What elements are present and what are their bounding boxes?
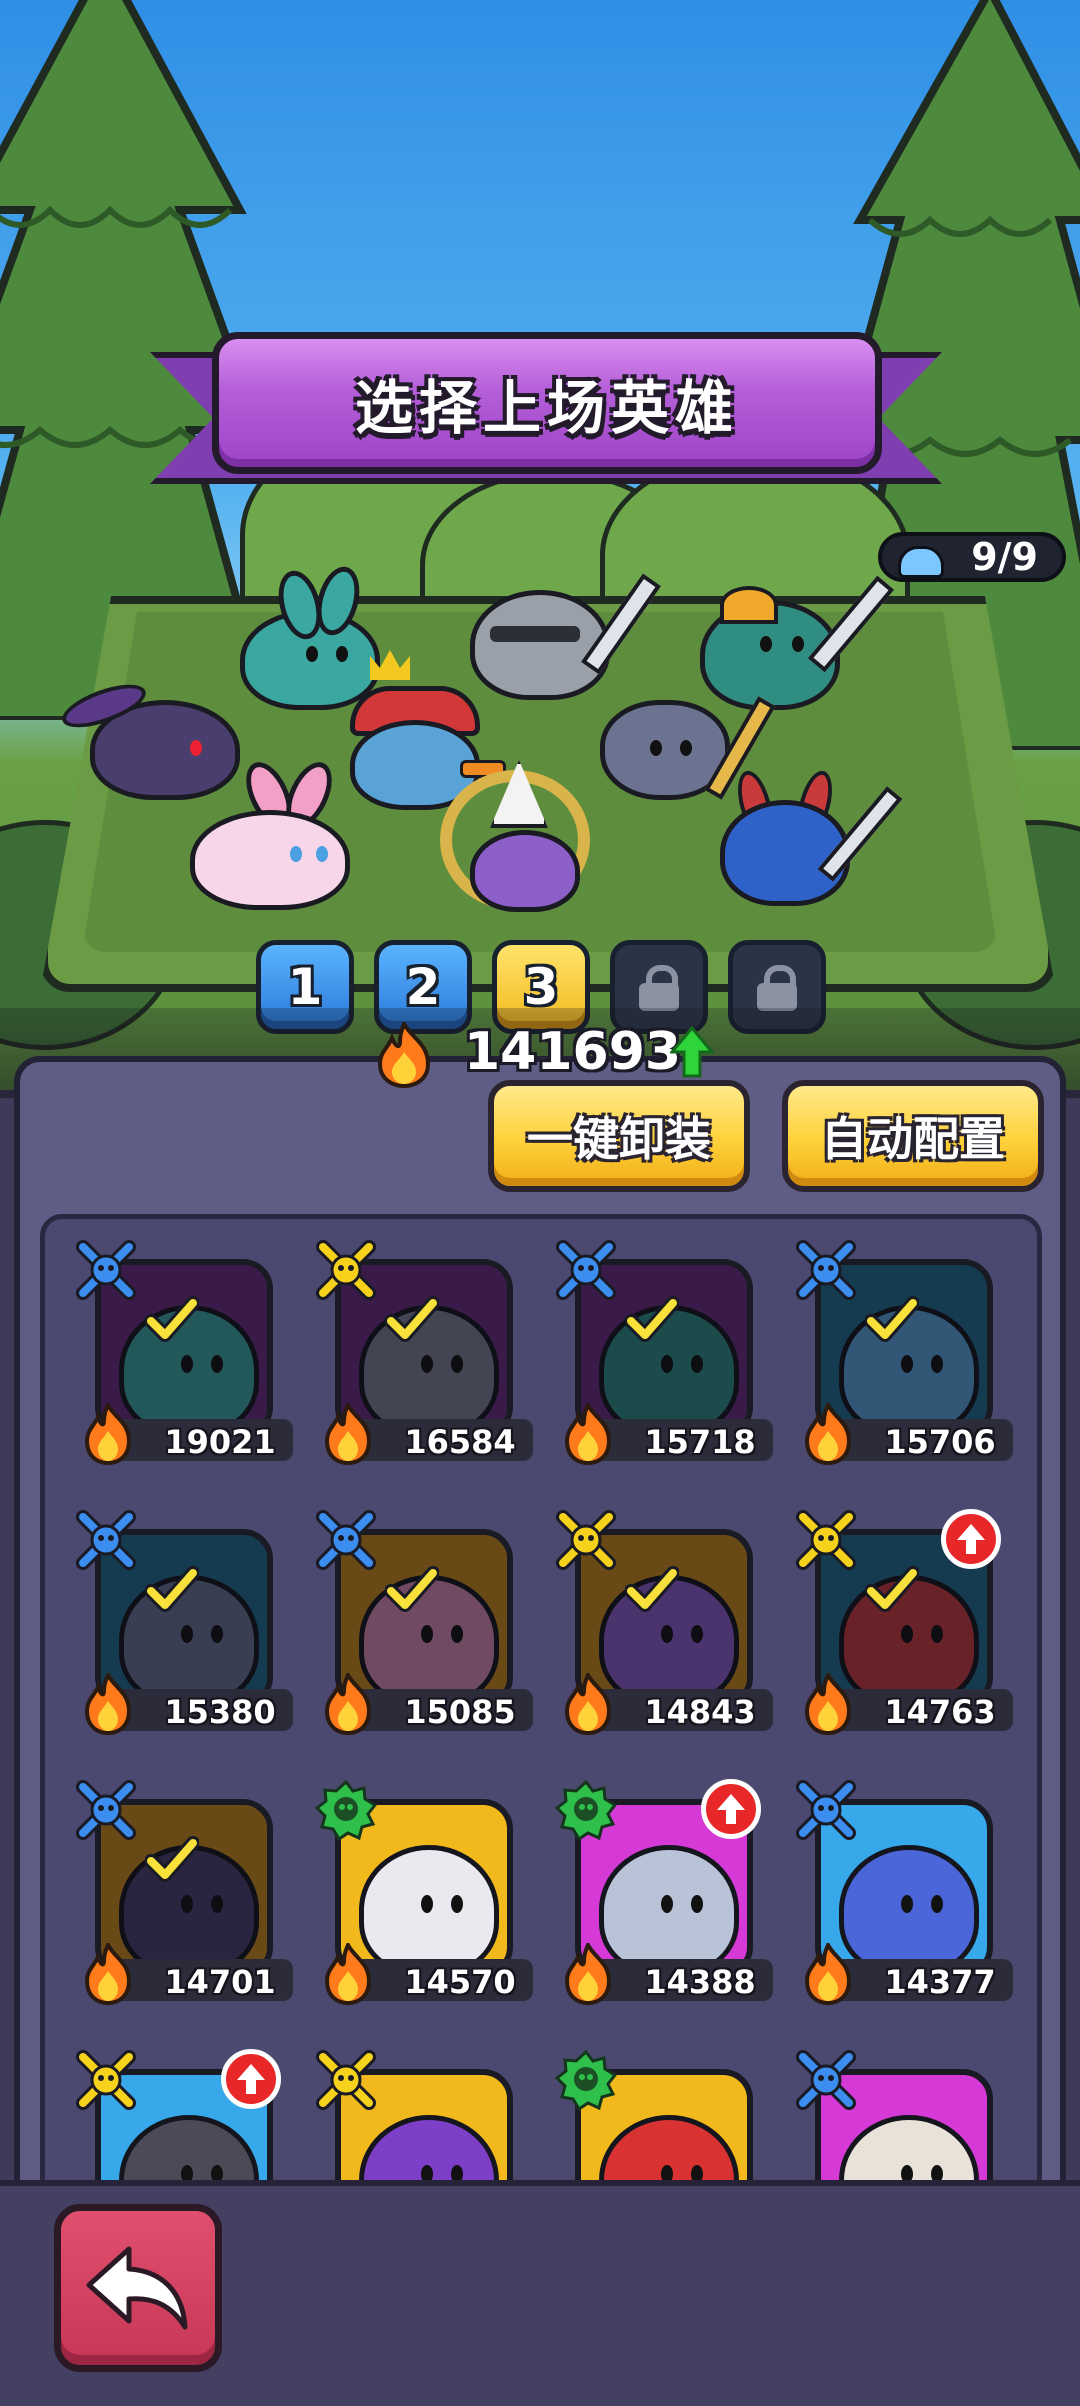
hero-eye	[661, 1895, 673, 1913]
total-power-value: 141693	[464, 1022, 682, 1082]
lock-icon	[639, 965, 679, 1011]
hero-card-spike-slime[interactable]: 14377	[795, 1779, 1035, 2039]
up-arrow-icon	[237, 2064, 265, 2094]
checkmark-icon	[625, 1566, 679, 1612]
hero-grid: 19021 16584 15718 15706 15380 15085 14843 14763…	[40, 1214, 1042, 2274]
auto-config-label: 自动配置	[821, 1112, 1005, 1166]
hero-card-dino[interactable]: 15718	[555, 1239, 795, 1499]
flame-icon	[564, 1943, 612, 2005]
rank-green-icon	[315, 1779, 377, 1841]
checkmark-icon	[145, 1296, 199, 1342]
back-button[interactable]	[54, 2204, 222, 2372]
checkmark-icon	[625, 1296, 679, 1342]
hero-card-pink-bunny[interactable]: 15085	[315, 1509, 555, 1769]
checkmark-icon	[865, 1566, 919, 1612]
hero-power-value: 15380	[164, 1693, 276, 1731]
flame-icon	[324, 1403, 372, 1465]
hero-power-value: 14843	[644, 1693, 756, 1731]
rank-gold-icon	[316, 1240, 376, 1300]
checkmark-icon	[385, 1296, 439, 1342]
hero-card-knight[interactable]: 16584	[315, 1239, 555, 1499]
hero-power-value: 16584	[404, 1423, 516, 1461]
rank-blue-icon	[796, 2050, 856, 2110]
flame-icon	[804, 1403, 852, 1465]
flame-icon	[84, 1673, 132, 1735]
rank-green-icon	[555, 1779, 617, 1841]
rank-gold-icon	[556, 1510, 616, 1570]
page-title: 选择上场英雄	[354, 374, 739, 442]
rank-blue-icon	[76, 1780, 136, 1840]
flame-icon	[84, 1943, 132, 2005]
checkmark-icon	[145, 1836, 199, 1882]
flame-icon	[84, 1403, 132, 1465]
title-banner: 选择上场英雄	[212, 332, 882, 474]
up-arrow-icon	[957, 1524, 985, 1554]
unequip-all-label: 一键卸装	[527, 1112, 711, 1166]
hero-eye	[691, 1895, 703, 1913]
flame-icon	[564, 1403, 612, 1465]
hero-eye	[931, 1895, 943, 1913]
checkmark-icon	[865, 1296, 919, 1342]
unequip-all-button[interactable]: 一键卸装	[488, 1080, 750, 1192]
flame-icon	[564, 1673, 612, 1735]
hero-power-value: 15706	[884, 1423, 996, 1461]
hero-power-value: 14701	[164, 1963, 276, 2001]
hero-count-text: 9/9	[971, 535, 1038, 579]
hero-card-cloud[interactable]: 15380	[75, 1509, 315, 1769]
slime-icon	[898, 546, 944, 578]
flame-icon	[804, 1943, 852, 2005]
upgrade-available-icon[interactable]	[941, 1509, 1001, 1569]
flame-icon	[377, 1022, 431, 1088]
hero-power-value: 14763	[884, 1693, 996, 1731]
checkmark-icon	[145, 1566, 199, 1612]
hero-card-red-warrior[interactable]: 14763	[795, 1509, 1035, 1769]
auto-config-button[interactable]: 自动配置	[782, 1080, 1044, 1192]
rank-gold-icon	[316, 2050, 376, 2110]
hero-card-bunny[interactable]: 19021	[75, 1239, 315, 1499]
flame-icon	[324, 1943, 372, 2005]
hero-card-priest[interactable]: 14843	[555, 1509, 795, 1769]
rank-blue-icon	[796, 1780, 856, 1840]
hero-power-value: 19021	[164, 1423, 276, 1461]
rank-blue-icon	[76, 1240, 136, 1300]
flame-icon	[804, 1673, 852, 1735]
hero-eye	[421, 1895, 433, 1913]
hero-card-dark-elf[interactable]: 14701	[75, 1779, 315, 2039]
hero-eye	[451, 1895, 463, 1913]
hero-eye	[901, 1895, 913, 1913]
rank-blue-icon	[556, 1240, 616, 1300]
rank-gold-icon	[796, 1510, 856, 1570]
flame-icon	[324, 1673, 372, 1735]
back-arrow-icon	[86, 2246, 188, 2330]
rank-blue-icon	[76, 1510, 136, 1570]
lock-icon	[757, 965, 797, 1011]
up-arrow-icon	[717, 1794, 745, 1824]
rank-gold-icon	[76, 2050, 136, 2110]
rank-blue-icon	[796, 1240, 856, 1300]
hero-card-snowman[interactable]: 15706	[795, 1239, 1035, 1499]
rank-green-icon	[555, 2049, 617, 2111]
hero-card-ultra-hero[interactable]: 14570	[315, 1779, 555, 2039]
hero-power-value: 14377	[884, 1963, 996, 2001]
upgrade-available-icon[interactable]	[221, 2049, 281, 2109]
checkmark-icon	[385, 1566, 439, 1612]
hero-power-value: 14388	[644, 1963, 756, 2001]
rank-blue-icon	[316, 1510, 376, 1570]
green-up-arrow-icon	[670, 1026, 714, 1078]
hero-card-mech[interactable]: 14388	[555, 1779, 795, 2039]
hero-count-badge: 9/9	[878, 532, 1066, 582]
hero-power-value: 15085	[404, 1693, 516, 1731]
upgrade-available-icon[interactable]	[701, 1779, 761, 1839]
hero-power-value: 14570	[404, 1963, 516, 2001]
hero-power-value: 15718	[644, 1423, 756, 1461]
